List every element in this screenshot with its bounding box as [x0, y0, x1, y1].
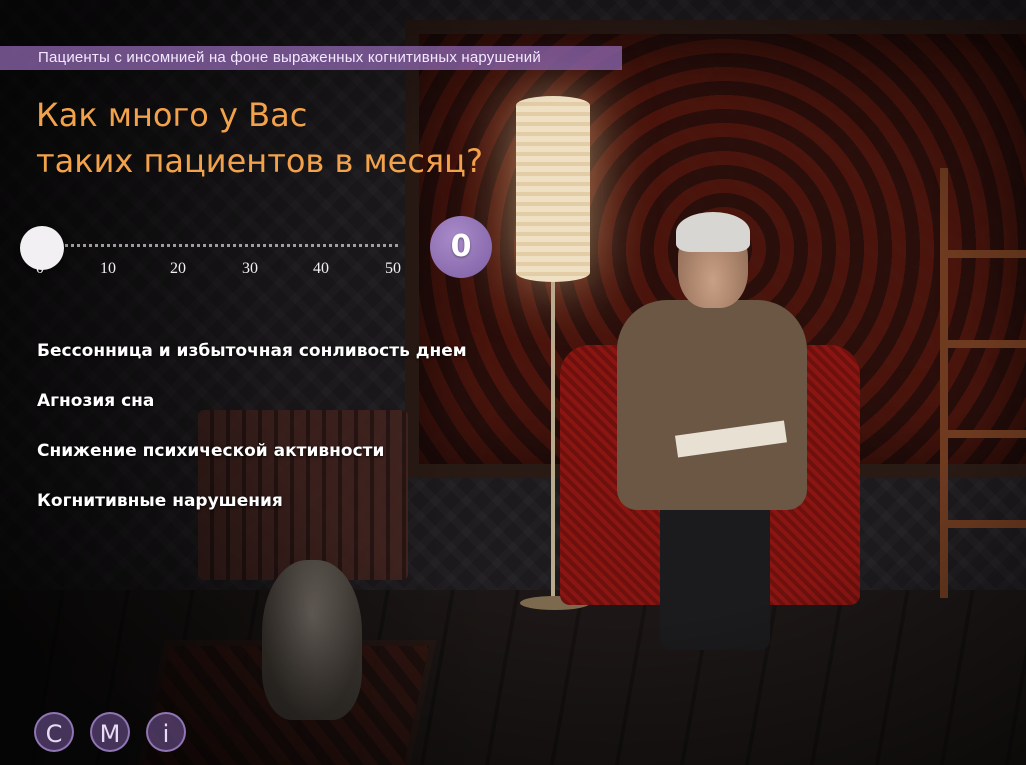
slider-tick: 50: [385, 260, 401, 277]
nav-buttons: C M i: [34, 712, 186, 752]
category-title: Пациенты с инсомнией на фоне выраженных …: [38, 49, 541, 66]
slider-value-badge: 0: [430, 216, 492, 278]
slider-tick: 20: [170, 260, 186, 277]
symptom-item: Когнитивные нарушения: [37, 491, 283, 511]
category-banner: Пациенты с инсомнией на фоне выраженных …: [0, 46, 622, 70]
slider-track[interactable]: [40, 244, 398, 247]
scene: Пациенты с инсомнией на фоне выраженных …: [0, 0, 1026, 765]
symptom-item: Бессонница и избыточная сонливость днем: [37, 341, 467, 361]
question-line-2: таких пациентов в месяц?: [36, 142, 483, 180]
c-button[interactable]: C: [34, 712, 74, 752]
symptoms-list: Бессонница и избыточная сонливость днем …: [37, 338, 467, 538]
patients-count-slider[interactable]: 0 10 20 30 40 50: [20, 220, 410, 280]
slider-tick: 10: [100, 260, 116, 277]
slider-ticks: 0 10 20 30 40 50: [36, 260, 410, 280]
symptom-item: Снижение психической активности: [37, 441, 385, 461]
slider-tick: 40: [313, 260, 329, 277]
slider-tick: 0: [36, 260, 44, 277]
slider-tick: 30: [242, 260, 258, 277]
question-line-1: Как много у Вас: [36, 96, 308, 134]
m-button[interactable]: M: [90, 712, 130, 752]
info-button[interactable]: i: [146, 712, 186, 752]
question-title: Как много у Вас таких пациентов в месяц?: [36, 92, 483, 184]
symptom-item: Агнозия сна: [37, 391, 155, 411]
